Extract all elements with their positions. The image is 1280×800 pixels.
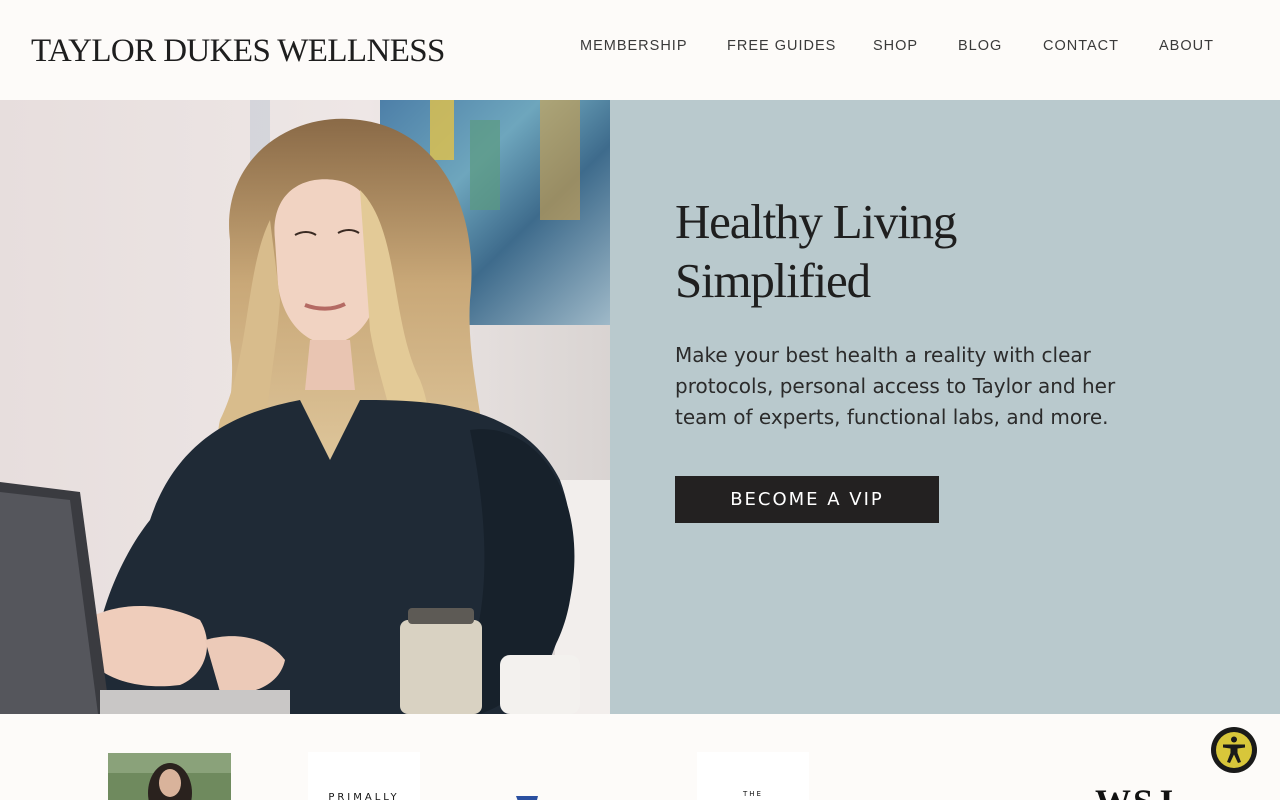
press-logo-blue-mark xyxy=(516,796,538,800)
accessibility-icon xyxy=(1216,732,1252,768)
hero-headline: Healthy Living Simplified xyxy=(675,192,957,310)
hero-headline-line-2: Simplified xyxy=(675,253,871,308)
press-logo-the-text: THE xyxy=(743,790,763,798)
hero-photo-illustration xyxy=(0,100,610,714)
press-logo-the: THE xyxy=(697,752,809,800)
press-thumbnail-illustration xyxy=(108,753,231,800)
press-logo-blue xyxy=(498,792,618,800)
become-vip-button[interactable]: BECOME A VIP xyxy=(675,476,939,523)
nav-free-guides[interactable]: FREE GUIDES xyxy=(727,37,836,55)
press-strip: PRIMALLY THE WSJ xyxy=(0,714,1280,800)
site-header: TAYLOR DUKES WELLNESS MEMBERSHIP FREE GU… xyxy=(0,0,1280,100)
main-nav: MEMBERSHIP FREE GUIDES SHOP BLOG CONTACT… xyxy=(0,37,1280,57)
press-logo-primally: PRIMALLY xyxy=(308,752,420,800)
nav-blog[interactable]: BLOG xyxy=(958,37,1002,55)
press-thumbnail-image xyxy=(108,753,231,800)
hero-subtext: Make your best health a reality with cle… xyxy=(675,343,1116,429)
press-logo-primally-text: PRIMALLY xyxy=(328,792,400,800)
hero-photo xyxy=(0,100,610,714)
hero-headline-line-1: Healthy Living xyxy=(675,194,957,249)
nav-shop[interactable]: SHOP xyxy=(873,37,918,55)
hero-panel: Healthy Living Simplified Make your best… xyxy=(610,100,1280,714)
press-logo-wsj: WSJ xyxy=(1095,782,1175,800)
nav-membership[interactable]: MEMBERSHIP xyxy=(580,37,688,55)
nav-about[interactable]: ABOUT xyxy=(1159,37,1214,55)
nav-contact[interactable]: CONTACT xyxy=(1043,37,1119,55)
accessibility-button[interactable] xyxy=(1211,727,1257,773)
